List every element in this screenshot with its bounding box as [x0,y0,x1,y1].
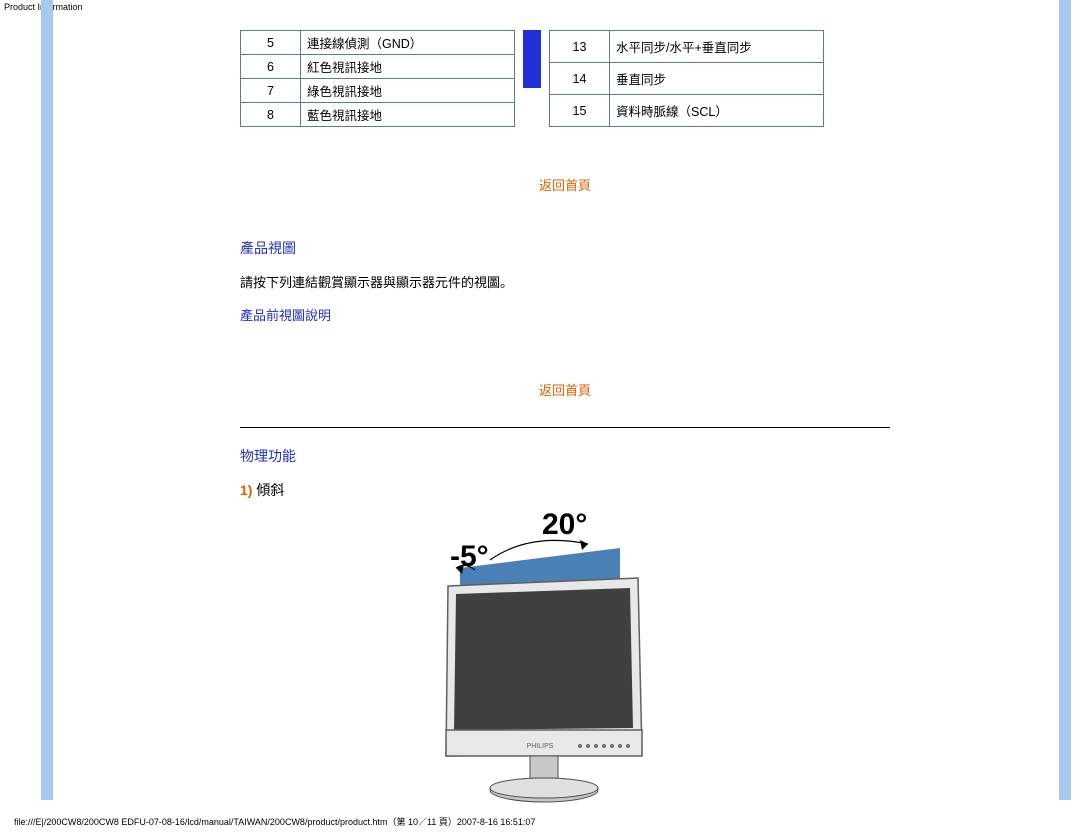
front-view-link[interactable]: 產品前視圖說明 [240,305,890,324]
table-row: 13水平同步/水平+垂直同步 [550,31,824,63]
back-to-top-link-1[interactable]: 返回首頁 [240,175,890,194]
pin-description: 連接線偵測（GND） [301,31,515,55]
section-divider [240,427,890,428]
pin-description: 資料時脈線（SCL） [610,95,824,127]
product-views-text: 請按下列連結觀賞顯示器與顯示器元件的視圖。 [240,272,890,291]
table-row: 6紅色視訊接地 [241,55,515,79]
pin-number: 6 [241,55,301,79]
pin-number: 15 [550,95,610,127]
back-to-top-anchor-1[interactable]: 返回首頁 [539,178,591,193]
main-content: 5連接線偵測（GND）6紅色視訊接地7綠色視訊接地8藍色視訊接地 13水平同步/… [240,12,890,818]
tilt-number: 1) [240,482,252,498]
pin-description: 綠色視訊接地 [301,79,515,103]
table-row: 8藍色視訊接地 [241,103,515,127]
pin-number: 8 [241,103,301,127]
angle-20-label: 20° [542,508,587,542]
pin-number: 5 [241,31,301,55]
section-product-views: 產品視圖 [240,238,890,258]
pin-number: 14 [550,63,610,95]
pin-number: 13 [550,31,610,63]
tilt-heading: 1) 傾斜 [240,480,890,500]
table-row: 14垂直同步 [550,63,824,95]
monitor-tilt-figure: 20° -5° PHILIPS [420,508,740,818]
page-header-title: Product Information [0,0,1080,12]
section-physical-functions: 物理功能 [240,446,890,466]
left-margin-bar [41,0,53,800]
pin-number: 7 [241,79,301,103]
back-to-top-anchor-2[interactable]: 返回首頁 [539,383,591,398]
table-row: 15資料時脈線（SCL） [550,95,824,127]
pin-tables: 5連接線偵測（GND）6紅色視訊接地7綠色視訊接地8藍色視訊接地 13水平同步/… [240,30,890,127]
page-footer-path: file:///E|/200CW8/200CW8 EDFU-07-08-16/l… [14,815,535,828]
pin-description: 垂直同步 [610,63,824,95]
pin-description: 紅色視訊接地 [301,55,515,79]
pin-description: 藍色視訊接地 [301,103,515,127]
pin-table-left: 5連接線偵測（GND）6紅色視訊接地7綠色視訊接地8藍色視訊接地 [240,30,515,127]
svg-text:PHILIPS: PHILIPS [527,743,554,750]
pin-table-right: 13水平同步/水平+垂直同步14垂直同步15資料時脈線（SCL） [549,30,824,127]
monitor-svg: PHILIPS [420,538,680,818]
back-to-top-link-2[interactable]: 返回首頁 [240,380,890,399]
tilt-text: 傾斜 [256,482,284,498]
pin-description: 水平同步/水平+垂直同步 [610,31,824,63]
table-row: 7綠色視訊接地 [241,79,515,103]
right-margin-bar [1059,0,1071,800]
pin-table-separator [523,30,541,88]
table-row: 5連接線偵測（GND） [241,31,515,55]
